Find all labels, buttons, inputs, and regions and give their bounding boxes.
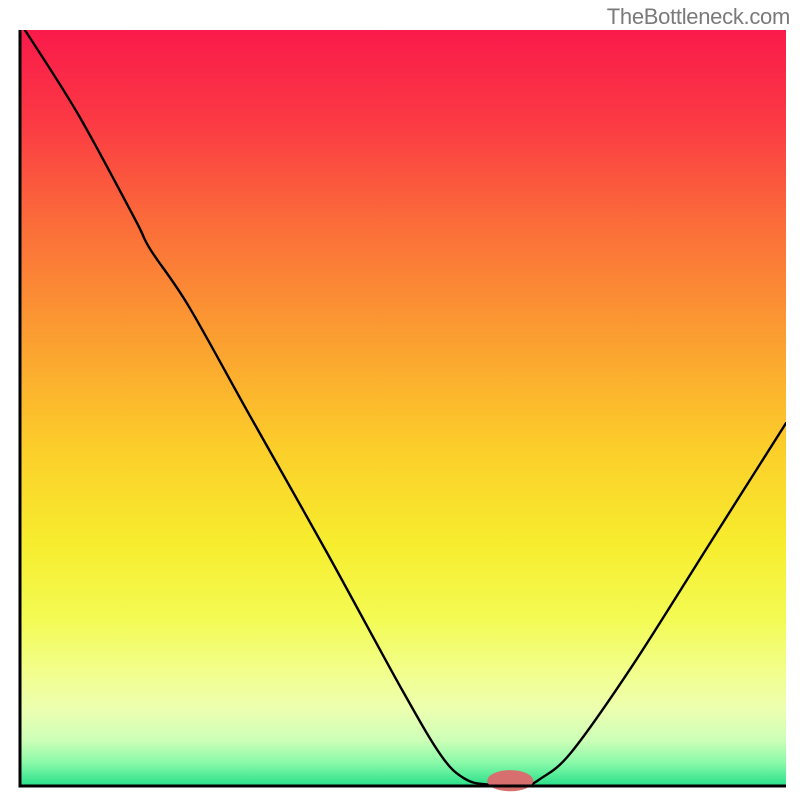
watermark-text: TheBottleneck.com <box>607 4 790 30</box>
optimal-marker <box>487 770 533 791</box>
chart-container: TheBottleneck.com <box>0 0 800 800</box>
bottleneck-chart <box>0 0 800 800</box>
gradient-background <box>20 30 786 786</box>
